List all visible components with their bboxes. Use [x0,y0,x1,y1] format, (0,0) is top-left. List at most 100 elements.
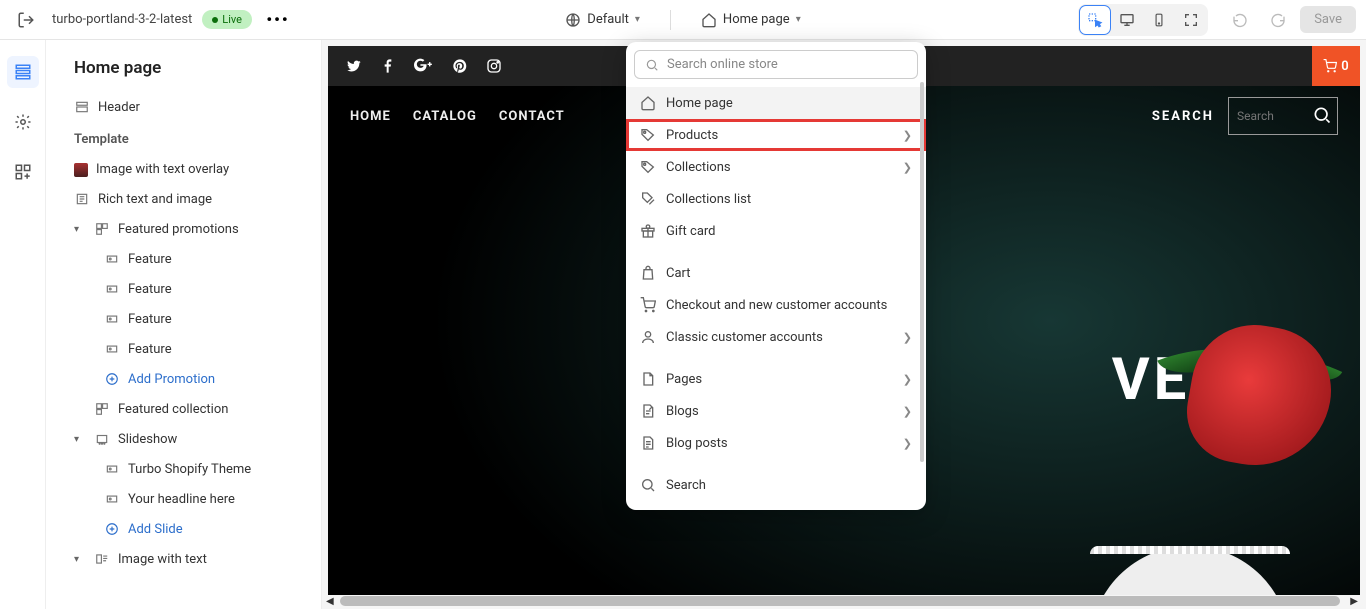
grid-icon [94,221,110,237]
nav-search: SEARCH [1152,97,1338,135]
popover-item[interactable]: Blog posts ❯ [626,427,926,459]
locale-selector[interactable]: Default ▾ [565,12,640,28]
sidebar-item-feature[interactable]: Feature [54,304,317,334]
live-label: Live [222,13,242,26]
popover-item[interactable]: Home page [626,87,926,119]
sidebar-item-feature[interactable]: Feature [54,274,317,304]
chevron-right-icon: ❯ [903,161,912,174]
search-icon[interactable] [1312,105,1332,125]
popover-item[interactable]: Checkout and new customer accounts [626,289,926,321]
instagram-icon[interactable] [486,58,502,74]
popover-item[interactable]: Password [626,501,926,510]
cart-icon [1323,59,1337,73]
inspector-button[interactable] [1080,6,1110,34]
cart-button[interactable]: 0 [1312,46,1360,86]
sidebar-label: Featured collection [118,402,228,417]
popover-item-label: Blogs [666,404,699,419]
popover-item[interactable]: Classic customer accounts ❯ [626,321,926,353]
sidebar-item-feature[interactable]: Feature [54,244,317,274]
sidebar-label: Turbo Shopify Theme [128,462,251,477]
twitter-icon[interactable] [346,58,362,74]
sidebar-label: Header [98,100,140,115]
popover-item[interactable]: Pages ❯ [626,363,926,395]
taglist-icon [640,191,656,207]
pinterest-icon[interactable] [452,58,468,74]
desktop-icon [1119,12,1135,28]
redo-button[interactable] [1262,4,1294,36]
tag-icon [640,127,656,143]
home-icon [701,12,717,28]
popover-item[interactable]: Gift card [626,215,926,247]
theme-name: turbo-portland-3-2-latest [52,12,192,27]
sidebar-item-slideshow[interactable]: ▾ Slideshow [54,424,317,454]
chevron-right-icon: ❯ [903,373,912,386]
sections-tab[interactable] [7,56,39,88]
popover-item[interactable]: Blogs ❯ [626,395,926,427]
save-button[interactable]: Save [1300,6,1356,33]
popover-search[interactable]: Search online store [634,50,918,79]
app-embeds-tab[interactable] [7,156,39,188]
sidebar-item-image-overlay[interactable]: Image with text overlay [54,155,317,184]
locale-label: Default [587,12,629,27]
chevron-right-icon: ❯ [903,331,912,344]
page-selector-popover: Search online store Home page Products ❯… [626,42,926,510]
sidebar-label: Slideshow [118,432,177,447]
popover-item[interactable]: Cart [626,257,926,289]
fullscreen-view-button[interactable] [1176,6,1206,34]
sidebar[interactable]: Home page Header Template Image with tex… [46,40,322,609]
sidebar-item-turbo-theme[interactable]: Turbo Shopify Theme [54,454,317,484]
topbar-left: turbo-portland-3-2-latest Live ••• [10,4,565,36]
scroll-thumb[interactable] [340,596,1340,606]
add-slide-button[interactable]: Add Slide [54,514,317,544]
slide-icon [104,491,120,507]
undo-button[interactable] [1224,4,1256,36]
theme-settings-tab[interactable] [7,106,39,138]
sidebar-item-rich-text[interactable]: Rich text and image [54,184,317,214]
image-text-icon [94,551,110,567]
sidebar-label: Image with text [118,552,207,567]
google-plus-icon[interactable] [414,58,434,72]
nav-search-wrap [1228,97,1338,135]
facebook-icon[interactable] [380,58,396,74]
sidebar-item-header[interactable]: Header [54,92,317,122]
text-icon [74,191,90,207]
page-selector-label: Home page [723,12,790,27]
block-icon [104,281,120,297]
topbar: turbo-portland-3-2-latest Live ••• Defau… [0,0,1366,40]
add-promotion-button[interactable]: Add Promotion [54,364,317,394]
sidebar-item-image-with-text[interactable]: ▾ Image with text [54,544,317,574]
device-group [1078,4,1208,36]
page-selector[interactable]: Home page ▾ [701,12,801,28]
template-section: Template [54,122,317,155]
blog-icon [640,403,656,419]
sidebar-item-featured-collection[interactable]: Featured collection [54,394,317,424]
sidebar-item-headline[interactable]: Your headline here [54,484,317,514]
divider [670,10,671,30]
popover-item[interactable]: Search [626,469,926,501]
more-icon: ••• [266,10,289,29]
popover-item[interactable]: Collections ❯ [626,151,926,183]
scroll-right-icon[interactable]: ▶ [1350,596,1358,607]
nav-search-label: SEARCH [1152,109,1214,124]
sidebar-item-feature[interactable]: Feature [54,334,317,364]
nav-link-contact[interactable]: CONTACT [499,109,565,124]
globe-icon [565,12,581,28]
home-icon [640,95,656,111]
exit-button[interactable] [10,4,42,36]
more-menu-button[interactable]: ••• [262,4,294,36]
horizontal-scrollbar[interactable]: ◀ ▶ [322,595,1362,607]
image-thumb-icon [74,163,88,177]
scroll-left-icon[interactable]: ◀ [326,596,334,607]
popover-item[interactable]: Products ❯ [626,119,926,151]
cup-icon [1090,546,1290,595]
nav-link-home[interactable]: HOME [350,109,391,124]
caret-down-icon: ▾ [74,554,86,565]
desktop-view-button[interactable] [1112,6,1142,34]
social-icons [346,58,502,74]
sidebar-label: Featured promotions [118,222,239,237]
mobile-view-button[interactable] [1144,6,1174,34]
popover-item[interactable]: Collections list [626,183,926,215]
sidebar-item-featured-promotions[interactable]: ▾ Featured promotions [54,214,317,244]
scrollbar-thumb[interactable] [920,82,924,462]
nav-link-catalog[interactable]: CATALOG [413,109,477,124]
